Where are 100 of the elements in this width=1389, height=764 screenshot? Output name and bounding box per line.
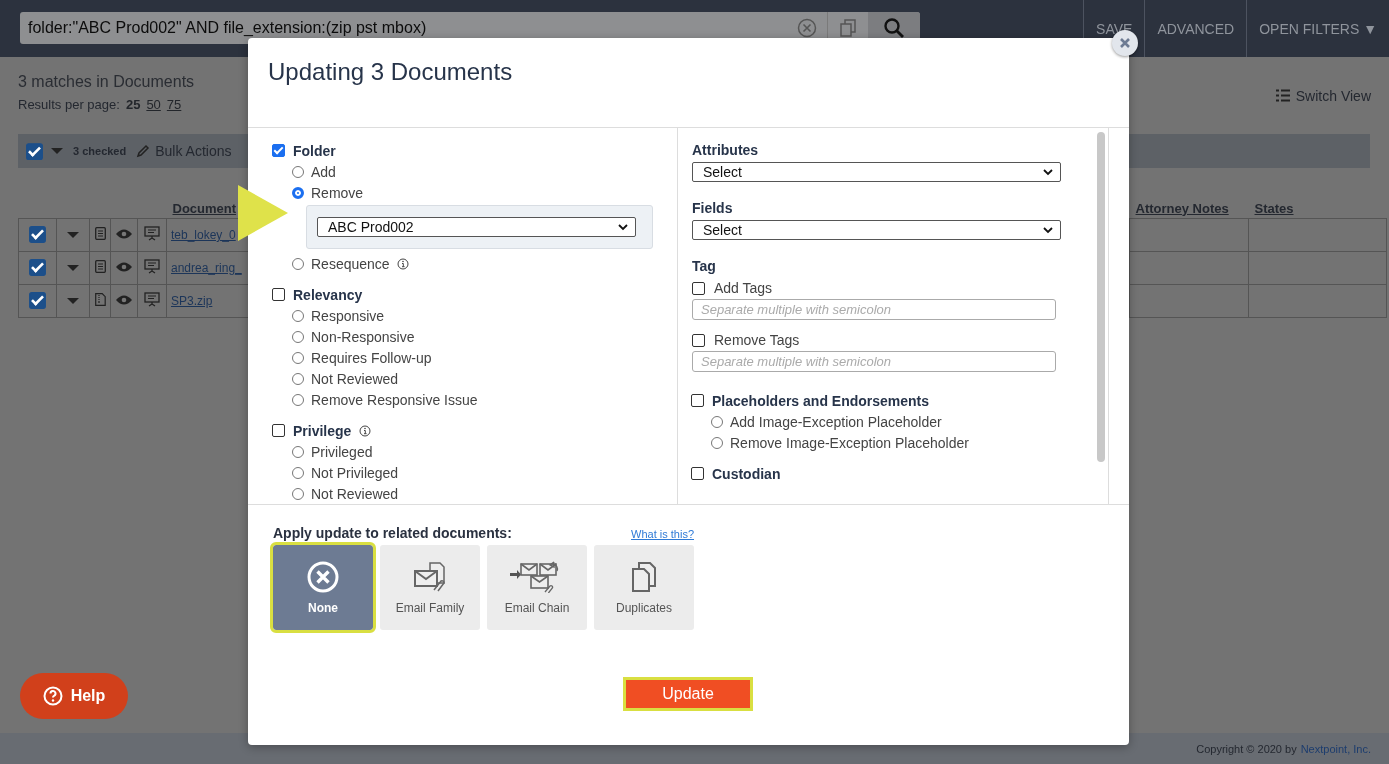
field-label: Fields xyxy=(692,200,734,216)
caret-icon[interactable] xyxy=(67,297,79,305)
document-icon[interactable] xyxy=(94,227,106,240)
per-page-option[interactable]: 75 xyxy=(166,97,182,112)
presentation-icon[interactable] xyxy=(144,292,160,307)
folder-dropdown[interactable]: ABC Prod002 xyxy=(317,217,636,237)
caret-icon[interactable] xyxy=(67,264,79,272)
dialog-title: Updating 3 Documents xyxy=(268,58,514,86)
per-page-option[interactable]: 25 xyxy=(125,97,141,112)
related-option[interactable]: None xyxy=(273,545,373,630)
close-circle-icon xyxy=(307,560,339,593)
option-label: Non-Responsive xyxy=(311,328,415,345)
option-label: Resequence xyxy=(311,255,390,272)
document-link[interactable]: andrea_ring_ xyxy=(171,261,242,275)
scrollbar[interactable] xyxy=(1094,128,1109,504)
results-summary: 3 matches in Documents xyxy=(18,73,195,91)
option-label: Remove Responsive Issue xyxy=(311,391,478,408)
checkbox[interactable] xyxy=(29,292,46,309)
radio-button[interactable] xyxy=(711,436,723,449)
radio-button[interactable] xyxy=(292,393,304,406)
radio-button[interactable] xyxy=(292,487,304,500)
related-documents-label: Apply update to related documents: xyxy=(273,525,512,541)
radio-button[interactable] xyxy=(292,186,304,199)
list-icon xyxy=(1275,89,1290,102)
eye-icon[interactable] xyxy=(116,262,132,272)
search-input[interactable]: folder:"ABC Prod002" AND file_extension:(zip pst mbox) xyxy=(20,19,787,37)
radio-button[interactable] xyxy=(292,309,304,322)
section-label: Relevancy xyxy=(293,286,363,303)
eye-icon[interactable] xyxy=(116,229,132,239)
checkbox[interactable] xyxy=(29,259,46,276)
toolbar-link[interactable]: OPEN FILTERS ▼ xyxy=(1246,0,1389,57)
copy-icon[interactable] xyxy=(838,18,858,38)
section-label: Placeholders and Endorsements xyxy=(712,392,930,409)
copy-icon xyxy=(630,560,658,593)
switch-view-link[interactable]: Switch View xyxy=(1275,79,1371,112)
option-label: Remove Image-Exception Placeholder xyxy=(730,434,969,451)
option-label: Not Privileged xyxy=(311,464,399,481)
zip-file-icon[interactable] xyxy=(94,293,106,306)
per-page-option[interactable]: 50 xyxy=(146,97,161,112)
caret-icon[interactable] xyxy=(51,147,63,155)
caret-icon[interactable] xyxy=(67,231,79,239)
checkbox[interactable] xyxy=(691,467,704,480)
checked-count: 3 checked xyxy=(73,145,127,157)
bulk-actions-button[interactable]: Bulk Actions xyxy=(136,143,232,159)
document-icon[interactable] xyxy=(94,260,106,273)
tags-field[interactable]: Separate multiple with semicolon xyxy=(692,299,1056,320)
option-label: Not Reviewed xyxy=(311,485,399,502)
radio-button[interactable] xyxy=(292,372,304,385)
checkbox[interactable] xyxy=(29,226,46,243)
caret-icon xyxy=(617,221,629,233)
arrow-marker xyxy=(238,185,288,241)
checkbox[interactable] xyxy=(272,424,285,437)
help-button[interactable]: Help xyxy=(20,673,128,719)
checkbox[interactable] xyxy=(692,281,705,295)
close-icon xyxy=(1119,37,1131,49)
column-header[interactable]: States xyxy=(1248,198,1387,219)
checkbox-label: Remove Tags xyxy=(714,332,800,348)
checkbox[interactable] xyxy=(692,333,705,347)
radio-button[interactable] xyxy=(292,257,304,270)
clear-icon[interactable] xyxy=(797,18,817,38)
per-page-label: Results per page: xyxy=(18,97,120,112)
checkbox[interactable] xyxy=(691,394,704,407)
copyright-text: Copyright © 2020 by xyxy=(1196,742,1297,755)
field-label: Attributes xyxy=(692,142,760,158)
related-option[interactable]: Duplicates xyxy=(594,545,694,630)
presentation-icon[interactable] xyxy=(144,259,160,274)
update-button[interactable]: Update xyxy=(623,677,753,711)
pencil-icon xyxy=(136,144,151,158)
tags-field[interactable]: Separate multiple with semicolon xyxy=(692,351,1056,372)
caret-icon xyxy=(1042,166,1054,178)
section-label: Privilege xyxy=(293,422,352,439)
column-header[interactable]: Attorney Notes xyxy=(1129,198,1249,219)
option-label: Requires Follow-up xyxy=(311,349,432,366)
field-label: Tag xyxy=(692,258,717,274)
radio-button[interactable] xyxy=(711,415,723,428)
document-link[interactable]: SP3.zip xyxy=(171,294,213,308)
checkbox[interactable] xyxy=(272,144,285,157)
radio-button[interactable] xyxy=(292,330,304,343)
presentation-icon[interactable] xyxy=(144,226,160,241)
option-label: Add Image-Exception Placeholder xyxy=(730,413,942,430)
document-link[interactable]: teb_lokey_0 xyxy=(171,228,236,242)
select-dropdown[interactable]: Select xyxy=(692,162,1061,182)
section-label: Folder xyxy=(293,142,336,159)
toolbar-link[interactable]: ADVANCED xyxy=(1144,0,1247,57)
option-label: Add xyxy=(311,163,336,180)
section-label: Custodian xyxy=(712,465,781,482)
select-dropdown[interactable]: Select xyxy=(692,220,1061,240)
radio-button[interactable] xyxy=(292,466,304,479)
caret-icon xyxy=(1042,224,1054,236)
radio-button[interactable] xyxy=(292,351,304,364)
checkbox[interactable] xyxy=(272,288,285,301)
checkbox[interactable] xyxy=(26,143,43,161)
related-option[interactable]: Email Family xyxy=(380,545,480,630)
radio-button[interactable] xyxy=(292,445,304,458)
eye-icon[interactable] xyxy=(116,295,132,305)
search-icon xyxy=(883,17,905,39)
what-is-this-link[interactable]: What is this? xyxy=(631,528,694,540)
related-option[interactable]: Email Chain xyxy=(487,545,587,630)
option-label: Privileged xyxy=(311,443,373,460)
radio-button[interactable] xyxy=(292,165,304,178)
